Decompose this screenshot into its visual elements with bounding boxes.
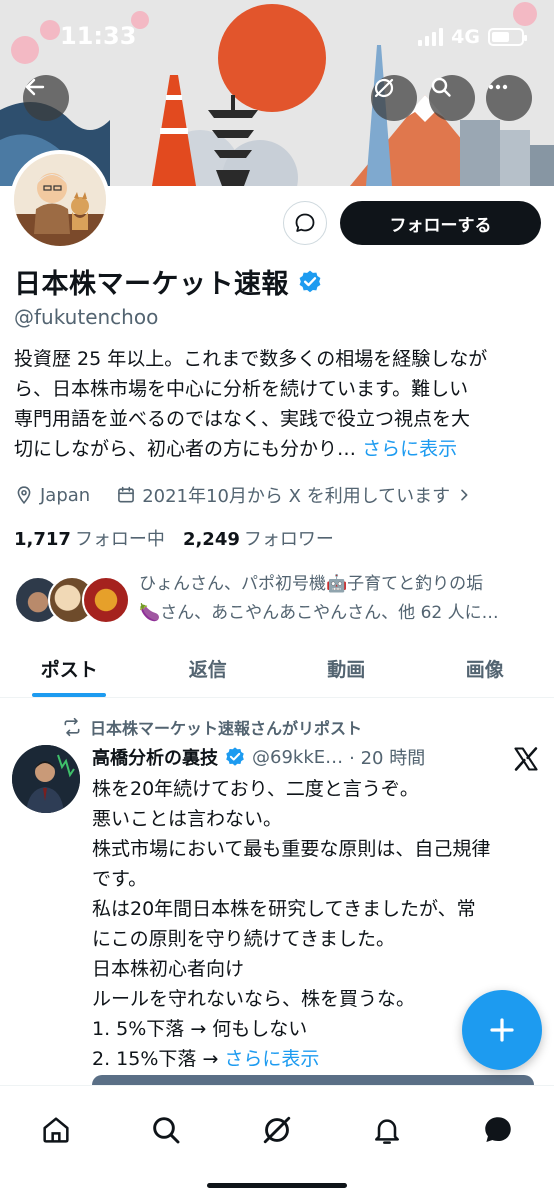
back-button[interactable] xyxy=(23,75,69,121)
display-name: 日本株マーケット速報 xyxy=(14,269,289,300)
search-button[interactable] xyxy=(429,75,475,121)
following-link[interactable]: 1,717 フォロー中 xyxy=(14,525,165,551)
status-time: 11:33 xyxy=(60,22,137,50)
avatar xyxy=(82,576,130,624)
chat-bubble-icon xyxy=(295,213,315,232)
plus-icon xyxy=(490,1018,514,1042)
grok-icon xyxy=(263,1116,291,1144)
followers-label: フォロワー xyxy=(243,529,334,550)
location-pin-icon xyxy=(17,486,31,505)
network-type: 4G xyxy=(451,26,480,48)
status-bar: 11:33 4G xyxy=(0,0,554,70)
post-line: 悪いことは言わない。 xyxy=(92,808,283,830)
repost-icon xyxy=(64,717,80,737)
profile-name-row: 日本株マーケット速報 xyxy=(14,262,323,301)
avatar-illustration xyxy=(14,154,106,246)
x-logo-icon[interactable] xyxy=(512,745,540,773)
author-avatar-illustration xyxy=(12,745,80,813)
known-followers-line: ひょんさん、パポ初号機🤖子育てと釣りの垢 xyxy=(139,574,484,594)
repost-indicator: 日本株マーケット速報さんがリポスト xyxy=(62,715,362,739)
nav-notifications[interactable] xyxy=(357,1100,417,1160)
signal-icon xyxy=(418,28,444,46)
nav-messages[interactable] xyxy=(468,1100,528,1160)
following-label: フォロー中 xyxy=(74,529,165,550)
back-arrow-icon xyxy=(25,78,45,96)
follow-button[interactable]: フォローする xyxy=(340,201,541,245)
post-line: にこの原則を守り続けてきました。 xyxy=(92,928,396,950)
profile-tabs: ポスト 返信 動画 画像 xyxy=(0,640,554,698)
known-follower-avatars xyxy=(14,576,134,626)
known-followers-text: ひょんさん、パポ初号機🤖子育てと釣りの垢 🍆さん、あこやんあこやんさん、他 62… xyxy=(139,570,544,628)
repost-label[interactable]: 日本株マーケット速報さんがリポスト xyxy=(90,715,362,739)
nav-grok[interactable] xyxy=(247,1100,307,1160)
post-header: 高橋分析の裏技 @69kkE… · 20 時間 xyxy=(92,744,522,770)
bottom-navigation xyxy=(0,1085,554,1199)
post-media-preview[interactable] xyxy=(92,1075,534,1085)
bio-show-more-link[interactable]: さらに表示 xyxy=(362,438,457,460)
known-followers[interactable]: ひょんさん、パポ初号機🤖子育てと釣りの垢 🍆さん、あこやんあこやんさん、他 62… xyxy=(14,570,544,632)
search-icon xyxy=(431,77,451,97)
post-author-name[interactable]: 高橋分析の裏技 xyxy=(92,744,218,770)
post-line: 日本株初心者向け xyxy=(92,958,245,980)
joined-text[interactable]: 2021年10月から X を利用しています xyxy=(142,482,450,508)
compose-button[interactable] xyxy=(462,990,542,1070)
post-line: 株式市場において最も重要な原則は、自己規律 xyxy=(92,838,491,860)
nav-home[interactable] xyxy=(26,1100,86,1160)
followers-count: 2,249 xyxy=(182,529,240,550)
bio-line: 投資歴 25 年以上。これまで数多くの相場を経験しなが xyxy=(14,348,488,370)
battery-icon xyxy=(488,28,527,46)
post-line: 株を20年続けており、二度と言うぞ。 xyxy=(92,778,419,800)
chat-bubble-icon xyxy=(485,1117,511,1143)
more-button[interactable] xyxy=(486,75,532,121)
message-button[interactable] xyxy=(283,201,327,245)
verified-badge-icon[interactable] xyxy=(297,269,323,295)
post-line: 私は20年間日本株を研究してきましたが、常 xyxy=(92,898,476,920)
post-show-more-link[interactable]: さらに表示 xyxy=(224,1048,319,1070)
bio-line-last: 切にしながら、初心者の方にも分かり… さらに表示 xyxy=(14,434,544,464)
following-count: 1,717 xyxy=(14,529,71,550)
calendar-icon xyxy=(118,486,135,503)
status-indicators: 4G xyxy=(418,26,527,48)
search-icon xyxy=(153,1117,180,1144)
tab-posts[interactable]: ポスト xyxy=(0,640,139,697)
post-line: 2. 15%下落 → xyxy=(92,1048,225,1070)
follow-counts: 1,717 フォロー中 2,249 フォロワー xyxy=(14,525,334,551)
location-text: Japan xyxy=(40,484,91,506)
bell-icon xyxy=(375,1119,399,1144)
more-icon xyxy=(488,84,508,90)
home-indicator xyxy=(207,1183,347,1188)
profile-handle: @fukutenchoo xyxy=(14,305,159,329)
grok-icon xyxy=(374,78,394,98)
post-author-handle: @69kkE… xyxy=(252,746,344,768)
profile-bio: 投資歴 25 年以上。これまで数多くの相場を経験しなが ら、日本株市場を中心に分… xyxy=(14,344,544,464)
nav-search[interactable] xyxy=(136,1100,196,1160)
tab-replies[interactable]: 返信 xyxy=(139,640,278,697)
tab-images[interactable]: 画像 xyxy=(416,640,554,697)
tab-videos[interactable]: 動画 xyxy=(277,640,416,697)
bio-line: 切にしながら、初心者の方にも分かり… xyxy=(14,438,357,460)
post-author-avatar[interactable] xyxy=(12,745,80,813)
followers-link[interactable]: 2,249 フォロワー xyxy=(183,525,334,551)
home-icon xyxy=(43,1117,69,1143)
bio-line: 専門用語を並べるのではなく、実践で役立つ視点を大 xyxy=(14,408,471,430)
bio-line: ら、日本株市場を中心に分析を続けています。難しい xyxy=(14,378,469,400)
verified-badge-icon xyxy=(226,747,244,766)
known-followers-line: 🍆さん、あこやんあこやんさん、他 62 人に… xyxy=(139,603,499,623)
chevron-right-icon[interactable] xyxy=(456,487,472,503)
grok-button[interactable] xyxy=(371,75,417,121)
profile-meta: Japan 2021年10月から X を利用しています xyxy=(14,482,472,508)
post-line: です。 xyxy=(92,868,148,890)
profile-avatar[interactable] xyxy=(10,150,110,250)
post-time: · 20 時間 xyxy=(349,748,426,769)
